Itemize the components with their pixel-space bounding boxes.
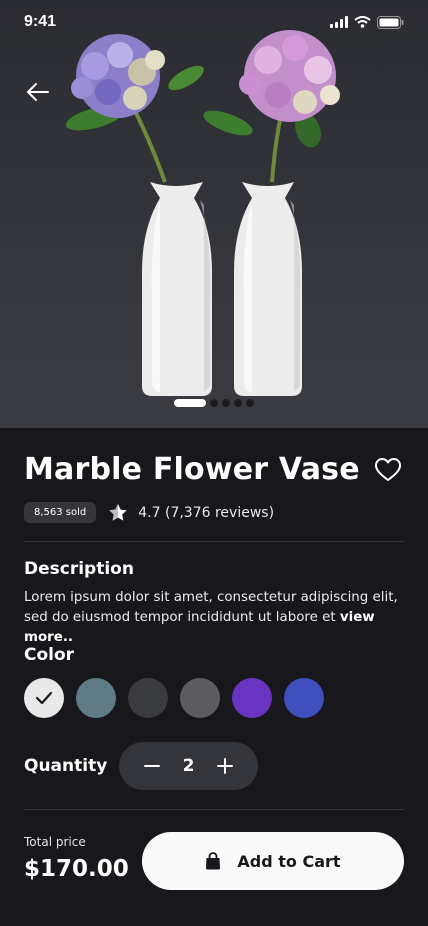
color-swatch[interactable] <box>76 678 116 718</box>
product-image-gallery[interactable]: 9:41 <box>0 0 428 428</box>
pagination-dot[interactable] <box>222 399 230 407</box>
color-swatch[interactable] <box>232 678 272 718</box>
divider <box>24 809 404 810</box>
rating[interactable]: 4.7 (7,376 reviews) <box>108 503 274 522</box>
back-button[interactable] <box>22 76 54 108</box>
pagination-dot[interactable] <box>210 399 218 407</box>
rating-text: 4.7 (7,376 reviews) <box>138 504 275 521</box>
pagination-dot[interactable] <box>234 399 242 407</box>
divider <box>24 541 404 542</box>
arrow-left-icon <box>27 83 49 101</box>
pagination-dot[interactable] <box>246 399 254 407</box>
color-swatches <box>24 678 324 718</box>
quantity-value: 2 <box>182 756 195 776</box>
add-to-cart-button[interactable]: Add to Cart <box>142 832 404 890</box>
left-vase <box>142 182 212 396</box>
color-swatch[interactable] <box>128 678 168 718</box>
total-price-value: $170.00 <box>24 856 129 882</box>
pagination-dot[interactable] <box>174 399 206 407</box>
quantity-increment-button[interactable] <box>214 755 236 777</box>
description-label: Description <box>24 559 134 579</box>
purple-flower-cluster <box>71 34 165 118</box>
heart-icon <box>375 458 401 481</box>
color-label: Color <box>24 645 75 665</box>
status-time: 9:41 <box>24 13 57 30</box>
shopping-bag-icon <box>206 852 221 870</box>
favorite-button[interactable] <box>372 454 404 486</box>
wifi-icon <box>354 16 371 28</box>
quantity-stepper: 2 <box>119 742 258 790</box>
sold-badge: 8,563 sold <box>24 502 97 523</box>
signal-icon <box>330 16 348 28</box>
status-bar: 9:41 <box>0 0 428 44</box>
image-pagination[interactable] <box>0 399 428 407</box>
plus-icon <box>217 758 233 774</box>
color-swatch[interactable] <box>284 678 324 718</box>
quantity-label: Quantity <box>24 756 108 776</box>
add-to-cart-label: Add to Cart <box>237 851 341 871</box>
total-price-label: Total price <box>24 835 86 849</box>
color-swatch[interactable] <box>180 678 220 718</box>
product-photo <box>65 30 340 396</box>
check-icon <box>35 691 53 705</box>
battery-icon <box>377 15 404 29</box>
minus-icon <box>144 765 160 767</box>
star-icon <box>109 504 127 521</box>
product-meta: 8,563 sold 4.7 (7,376 reviews) <box>24 502 274 523</box>
description-text: Lorem ipsum dolor sit amet, consectetur … <box>24 588 404 648</box>
color-swatch[interactable] <box>24 678 64 718</box>
product-title: Marble Flower Vase <box>24 452 360 487</box>
quantity-decrement-button[interactable] <box>141 755 163 777</box>
status-icons <box>330 15 404 29</box>
right-vase <box>234 182 302 396</box>
